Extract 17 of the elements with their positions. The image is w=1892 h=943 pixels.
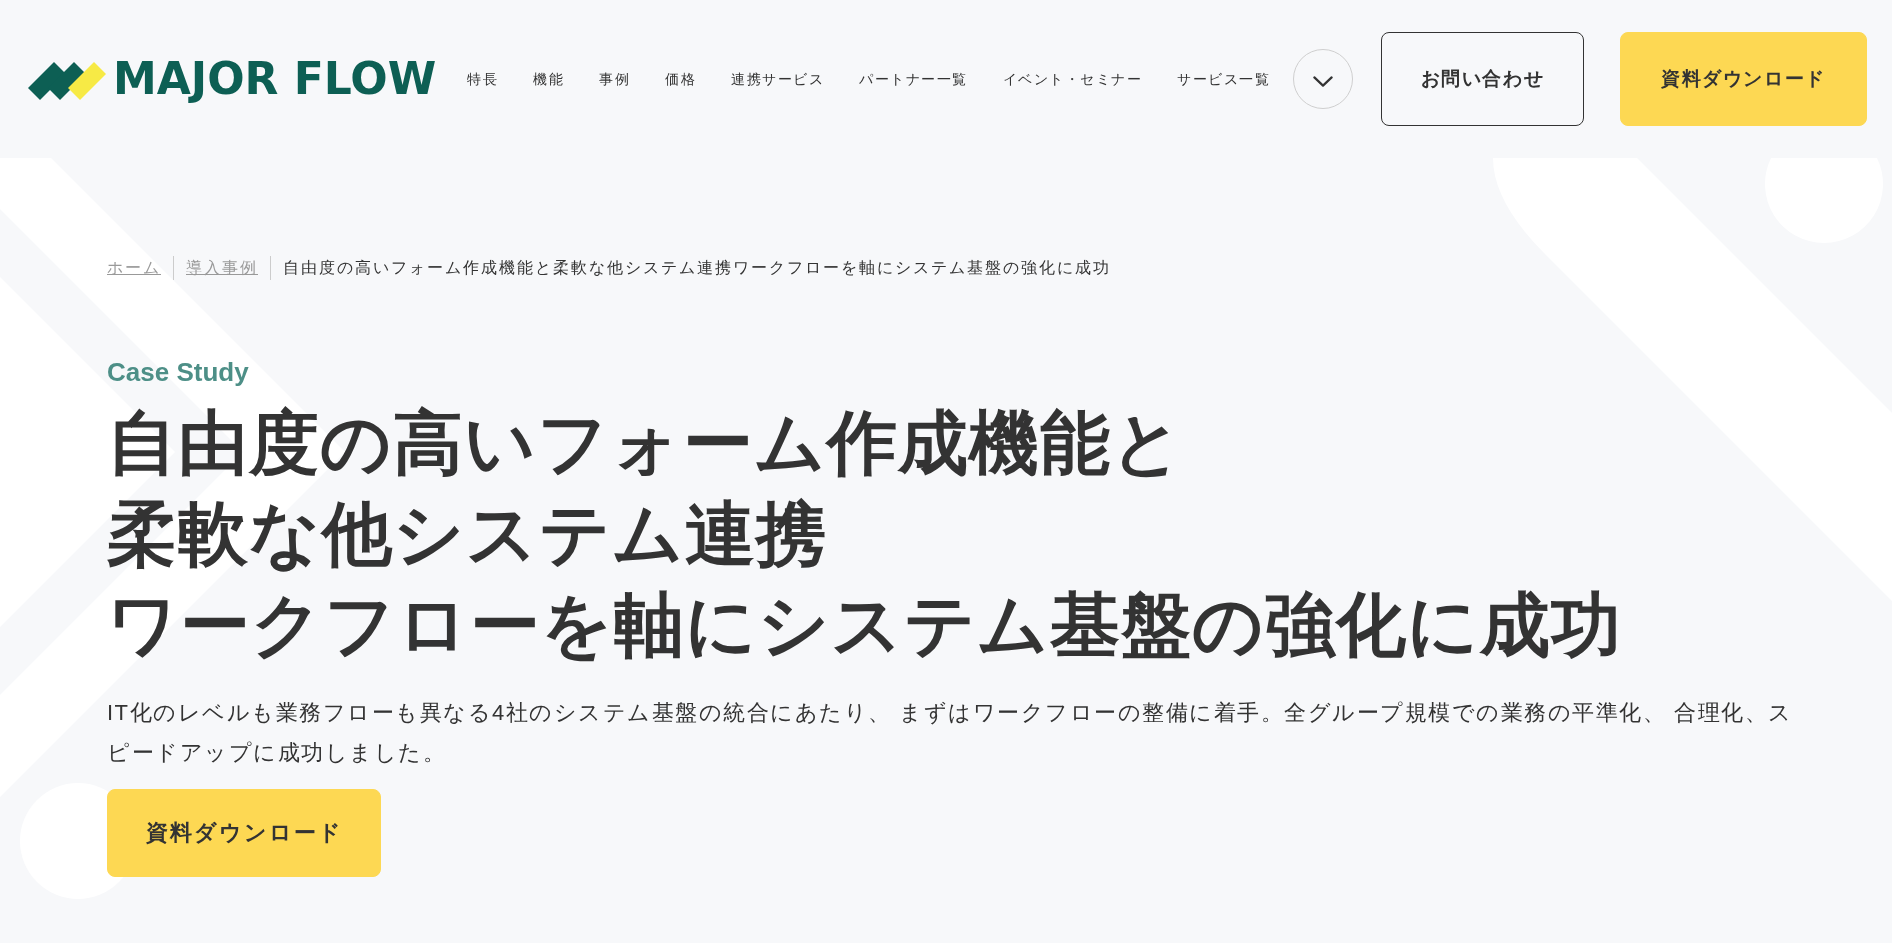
description-text: IT化のレベルも業務フローも異なる4社のシステム基盤の統合にあたり、 まずはワークフローの整備に着手。全グループ規模での業務の平準化、 合理化、スピードアップに成功しました。 (107, 699, 1794, 767)
nav-link[interactable]: 価格 (665, 69, 697, 89)
page-title: 自由度の高いフォーム作成機能と 柔軟な他システム連携 ワークフローを軸にシステム基盤の強化に成功 (107, 403, 1622, 666)
nav-link[interactable]: 機能 (533, 69, 565, 89)
download-button[interactable]: 資料ダウンロード (1620, 32, 1867, 126)
nav-link[interactable]: 連携サービス (731, 69, 825, 89)
nav-link[interactable]: イベント・セミナー (1002, 69, 1143, 89)
contact-button[interactable]: お問い合わせ (1381, 32, 1584, 126)
nav-link[interactable]: パートナー一覧 (859, 69, 968, 89)
section-label: Case Study (107, 356, 249, 389)
nav-link[interactable]: サービス一覧 (1177, 69, 1271, 89)
chevron-down-icon (1313, 75, 1334, 87)
breadcrumb-current-page: 自由度の高いフォーム作成機能と柔軟な他システム連携ワークフローを軸にシステム基盤の強化に成功 (270, 256, 1123, 280)
nav-link[interactable]: 特長 (467, 69, 499, 89)
nav-link[interactable]: 事例 (599, 69, 631, 89)
download-button[interactable]: 資料ダウンロード (107, 789, 381, 877)
logo-link[interactable]: MAJOR FLOW (28, 57, 437, 101)
